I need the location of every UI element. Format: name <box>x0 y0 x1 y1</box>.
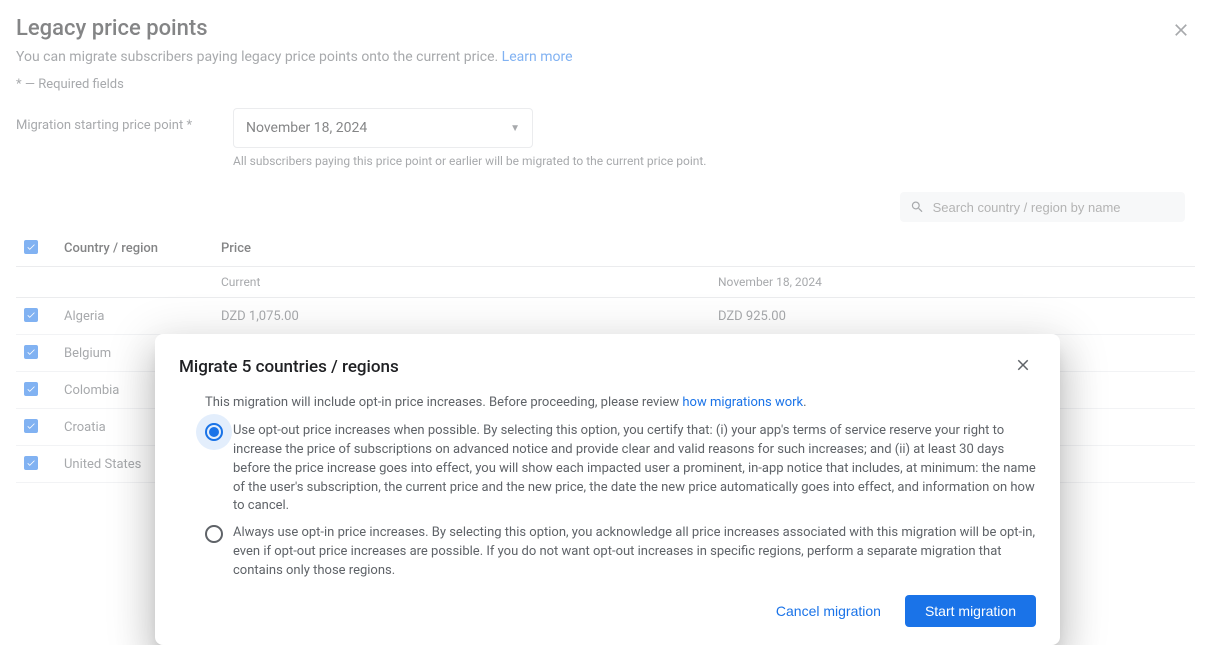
radio-opt-out-input[interactable] <box>205 423 223 441</box>
modal-scrim: Migrate 5 countries / regions This migra… <box>0 0 1211 567</box>
cancel-migration-button[interactable]: Cancel migration <box>760 595 897 627</box>
radio-opt-in-label: Always use opt-in price increases. By se… <box>233 524 1036 581</box>
modal-intro-suffix: . <box>803 395 806 410</box>
radio-opt-out-label: Use opt-out price increases when possibl… <box>233 422 1036 516</box>
how-migrations-work-link[interactable]: how migrations work <box>682 395 803 410</box>
modal-footer: Cancel migration Start migration <box>179 595 1036 627</box>
close-icon <box>1014 356 1032 374</box>
modal-header: Migrate 5 countries / regions <box>179 352 1036 381</box>
radio-opt-in-input[interactable] <box>205 525 223 543</box>
radio-opt-out[interactable]: Use opt-out price increases when possibl… <box>205 422 1036 516</box>
modal-intro-prefix: This migration will include opt-in price… <box>205 395 682 410</box>
modal-title: Migrate 5 countries / regions <box>179 357 399 377</box>
migrate-modal: Migrate 5 countries / regions This migra… <box>155 334 1060 645</box>
modal-intro: This migration will include opt-in price… <box>205 395 1036 410</box>
start-migration-button[interactable]: Start migration <box>905 595 1036 627</box>
modal-close-button[interactable] <box>1010 352 1036 381</box>
radio-opt-in[interactable]: Always use opt-in price increases. By se… <box>205 524 1036 581</box>
modal-body: This migration will include opt-in price… <box>179 395 1036 581</box>
